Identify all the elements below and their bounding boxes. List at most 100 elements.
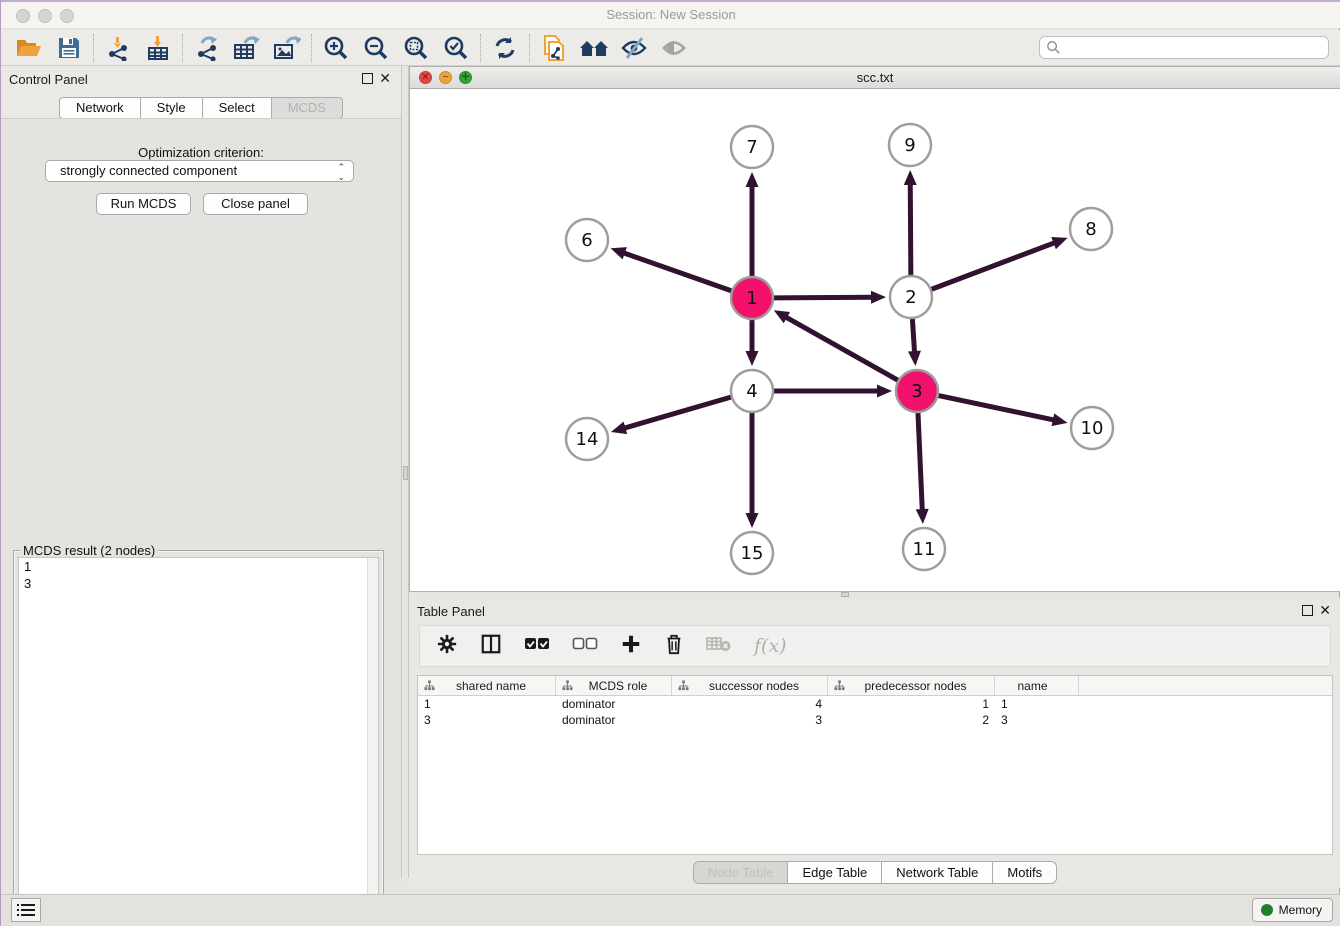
add-column-button[interactable] — [620, 633, 642, 660]
column-label: MCDS role — [573, 679, 671, 693]
table-cell[interactable]: 4 — [672, 696, 828, 712]
table-cell[interactable]: 3 — [418, 712, 556, 728]
export-network-button[interactable] — [187, 32, 227, 64]
edge-2-8[interactable] — [932, 242, 1056, 289]
close-panel-icon[interactable]: ✕ — [379, 70, 391, 86]
edge-4-14[interactable] — [623, 397, 730, 428]
column-header-name[interactable]: name — [995, 676, 1079, 695]
select-all-button[interactable] — [524, 636, 550, 657]
hide-selected-button[interactable] — [614, 32, 654, 64]
tab-network[interactable]: Network — [59, 97, 141, 119]
table-cell[interactable]: 1 — [828, 696, 995, 712]
columns-icon — [480, 633, 502, 655]
float-panel-icon[interactable] — [362, 73, 373, 84]
refresh-layout-button[interactable] — [485, 32, 525, 64]
save-icon — [57, 36, 81, 60]
edge-3-11[interactable] — [918, 413, 922, 511]
zoom-fit-icon — [403, 35, 429, 61]
table-cell[interactable]: 2 — [828, 712, 995, 728]
zoom-selected-button[interactable] — [436, 32, 476, 64]
table-settings-button[interactable] — [436, 633, 458, 660]
table-cell[interactable]: 1 — [995, 696, 1079, 712]
zoom-out-button[interactable] — [356, 32, 396, 64]
node-label-2: 2 — [905, 287, 916, 308]
close-panel-button[interactable]: Close panel — [203, 193, 308, 215]
import-table-button[interactable] — [138, 32, 178, 64]
table-cell[interactable]: dominator — [556, 712, 672, 728]
tab-motifs[interactable]: Motifs — [993, 861, 1057, 884]
network-minimize-button[interactable]: − — [439, 71, 452, 84]
network-close-button[interactable]: ✕ — [419, 71, 432, 84]
save-session-button[interactable] — [49, 32, 89, 64]
mcds-result-textarea[interactable]: 13 — [18, 557, 379, 918]
zoom-fit-button[interactable] — [396, 32, 436, 64]
column-label: shared name — [435, 679, 555, 693]
open-file-button[interactable] — [9, 32, 49, 64]
column-header-MCDS-role[interactable]: MCDS role — [556, 676, 672, 695]
network-window-titlebar[interactable]: ✕ − ＋ scc.txt — [410, 67, 1340, 89]
deselect-all-button[interactable] — [572, 636, 598, 657]
arrowhead — [916, 509, 929, 524]
vertical-splitter[interactable] — [401, 66, 409, 878]
clone-network-button[interactable] — [534, 32, 574, 64]
tab-select[interactable]: Select — [203, 97, 272, 119]
zoom-window-button[interactable] — [60, 9, 74, 23]
column-header-shared-name[interactable]: shared name — [418, 676, 556, 695]
toolbar-separator — [182, 34, 183, 62]
memory-button[interactable]: Memory — [1252, 898, 1333, 922]
hide-eye-icon — [620, 36, 648, 60]
zoom-in-button[interactable] — [316, 32, 356, 64]
network-maximize-button[interactable]: ＋ — [459, 71, 472, 84]
tab-mcds[interactable]: MCDS — [272, 97, 343, 119]
criterion-value: strongly connected component — [60, 163, 237, 178]
edge-1-6[interactable] — [623, 253, 731, 291]
network-canvas[interactable]: 1234678910111415 — [410, 89, 1340, 591]
splitter-grip[interactable] — [403, 466, 408, 480]
float-table-panel-icon[interactable] — [1302, 605, 1313, 616]
table-row[interactable]: 3dominator323 — [418, 712, 1332, 728]
table-cell[interactable]: dominator — [556, 696, 672, 712]
table-cell[interactable]: 1 — [418, 696, 556, 712]
edge-3-10[interactable] — [939, 396, 1055, 421]
table-cell[interactable]: 3 — [672, 712, 828, 728]
tab-node-table[interactable]: Node Table — [693, 861, 789, 884]
table-cell[interactable]: 3 — [995, 712, 1079, 728]
show-all-button[interactable] — [654, 32, 694, 64]
arrowhead — [611, 422, 627, 434]
import-network-button[interactable] — [98, 32, 138, 64]
first-neighbors-icon — [578, 36, 610, 60]
column-header-predecessor-nodes[interactable]: predecessor nodes — [828, 676, 995, 695]
arrowhead — [746, 513, 759, 528]
function-builder-button[interactable]: f(x) — [754, 635, 787, 657]
export-table-button[interactable] — [227, 32, 267, 64]
task-history-button[interactable] — [11, 898, 41, 922]
tab-style[interactable]: Style — [141, 97, 203, 119]
export-image-button[interactable] — [267, 32, 307, 64]
close-table-panel-icon[interactable]: ✕ — [1319, 602, 1331, 618]
edge-2-9[interactable] — [910, 183, 911, 275]
run-mcds-button[interactable]: Run MCDS — [96, 193, 191, 215]
table-row[interactable]: 1dominator411 — [418, 696, 1332, 712]
tab-edge-table[interactable]: Edge Table — [788, 861, 882, 884]
column-layout-button[interactable] — [480, 633, 502, 660]
close-window-button[interactable] — [16, 9, 30, 23]
node-table[interactable]: shared name MCDS rolesuccessor nodesprede… — [417, 675, 1333, 855]
search-input[interactable] — [1039, 36, 1329, 59]
tab-network-table[interactable]: Network Table — [882, 861, 993, 884]
column-header-successor-nodes[interactable]: successor nodes — [672, 676, 828, 695]
result-scrollbar[interactable] — [367, 558, 378, 917]
control-panel-tabs: NetworkStyleSelectMCDS — [1, 97, 401, 119]
table-toolbar: f(x) — [419, 625, 1331, 667]
horizontal-splitter-grip[interactable] — [841, 592, 849, 597]
delete-column-button[interactable] — [664, 633, 684, 660]
table-panel-header: Table Panel ✕ — [409, 598, 1340, 626]
criterion-select[interactable]: strongly connected component ⌃⌄ — [45, 160, 354, 182]
first-neighbors-button[interactable] — [574, 32, 614, 64]
delete-table-button[interactable] — [706, 635, 732, 658]
edge-1-2[interactable] — [774, 297, 873, 298]
minimize-window-button[interactable] — [38, 9, 52, 23]
control-panel-title: Control Panel — [9, 72, 88, 87]
edge-2-3[interactable] — [912, 319, 914, 353]
edge-3-1[interactable] — [785, 317, 898, 381]
window-titlebar: Session: New Session — [1, 0, 1340, 28]
